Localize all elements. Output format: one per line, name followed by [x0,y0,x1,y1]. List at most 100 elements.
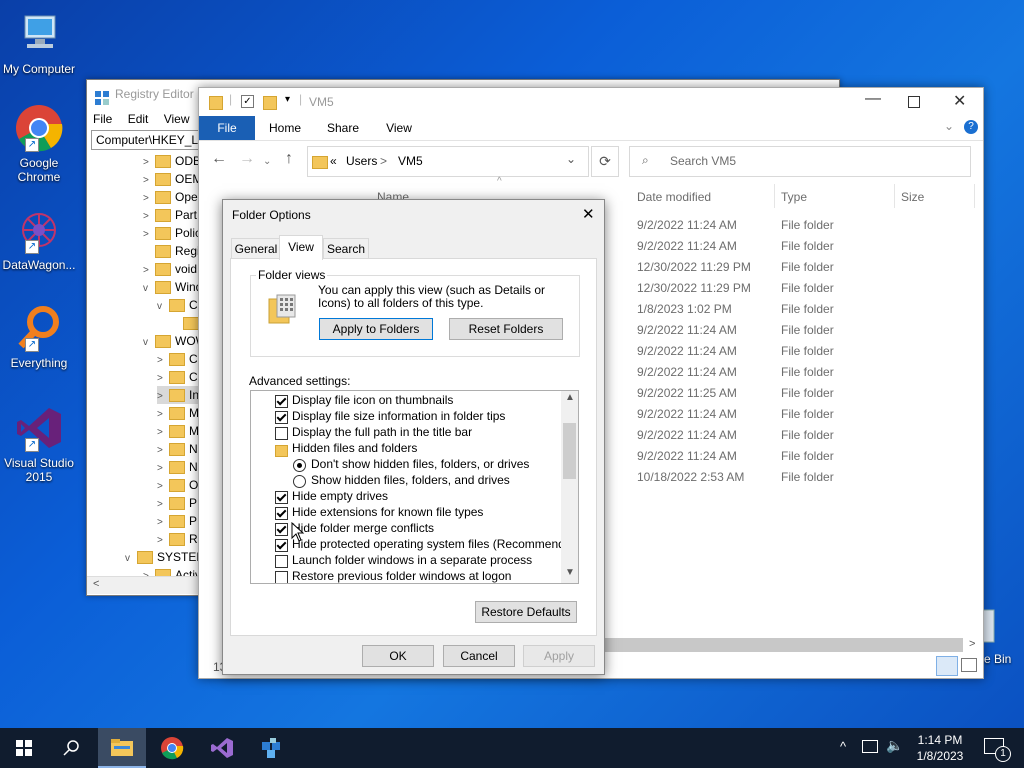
row-date[interactable]: 9/2/2022 11:25 AM [637,383,737,404]
search-button[interactable] [48,728,96,768]
row-date[interactable]: 9/2/2022 11:24 AM [637,446,737,467]
tree-item[interactable]: > P [157,512,197,530]
row-type[interactable]: File folder [781,299,834,320]
row-date[interactable]: 9/2/2022 11:24 AM [637,425,737,446]
row-date[interactable]: 9/2/2022 11:24 AM [637,362,737,383]
tree-item[interactable]: > M [157,422,199,440]
maximize-icon[interactable] [908,96,920,108]
scroll-left-icon[interactable]: < [93,578,99,590]
taskbar-chrome[interactable] [148,728,196,768]
row-date[interactable]: 12/30/2022 11:29 PM [637,278,751,299]
registry-tree[interactable]: > ODB > OEM > Ope > Part > Polic Regi > void v… [87,148,199,576]
network-icon[interactable] [862,740,878,753]
tab-home[interactable]: Home [263,116,307,140]
quick-access-dropdown-icon[interactable]: ▾ [285,94,290,105]
tree-item[interactable]: vWOW [143,332,199,350]
desktop-icon-chrome[interactable]: ↗ Google Chrome [2,104,76,184]
tree-item[interactable]: > N [157,458,198,476]
setting-checkbox[interactable] [275,507,288,520]
row-date[interactable]: 1/8/2023 1:02 PM [637,299,732,320]
tab-general[interactable]: General [231,238,281,259]
row-date[interactable]: 12/30/2022 11:29 PM [637,257,751,278]
row-date[interactable]: 9/2/2022 11:24 AM [637,404,737,425]
restore-defaults-button[interactable]: Restore Defaults [475,601,577,623]
tree-item-selected[interactable]: > In [157,386,199,404]
tree-item[interactable]: > P [157,494,197,512]
tab-view[interactable]: View [377,116,421,140]
tree-item[interactable]: > R [157,530,198,548]
tab-share[interactable]: Share [321,116,365,140]
desktop-icon-my-computer[interactable]: My Computer [2,10,76,76]
tree-item[interactable]: > N [157,440,198,458]
breadcrumb-users[interactable]: Users [346,154,377,168]
folder-options-dialog[interactable]: Folder Options ✕ General View Search Fol… [222,199,605,675]
desktop-icon-datawagon[interactable]: ↗ DataWagon... [2,206,76,272]
row-type[interactable]: File folder [781,446,834,467]
tree-item[interactable]: > ODB [143,152,199,170]
taskbar-file-explorer[interactable] [98,728,146,768]
row-type[interactable]: File folder [781,257,834,278]
apply-button[interactable]: Apply [523,645,595,667]
taskbar-registry-editor[interactable] [248,728,296,768]
minimize-icon[interactable]: — [865,90,881,108]
menu-edit[interactable]: Edit [128,112,149,126]
column-size[interactable]: Size [901,190,924,204]
up-icon[interactable]: ↑ [285,150,293,168]
start-button[interactable] [0,728,48,768]
row-date[interactable]: 9/2/2022 11:24 AM [637,215,737,236]
setting-radio[interactable] [293,459,306,472]
setting-checkbox[interactable] [275,523,288,536]
tree-item[interactable]: >Activ [143,566,199,576]
row-date[interactable]: 10/18/2022 2:53 AM [637,467,744,488]
reset-folders-button[interactable]: Reset Folders [449,318,563,340]
new-folder-icon[interactable] [263,95,281,110]
row-date[interactable]: 9/2/2022 11:24 AM [637,341,737,362]
scroll-down-icon[interactable]: ▼ [565,567,575,578]
show-hidden-icons-icon[interactable]: ^ [840,739,846,754]
explorer-horizontal-scrollbar[interactable] [603,638,963,652]
row-type[interactable]: File folder [781,404,834,425]
tree-item[interactable]: > OEM [143,170,199,188]
row-type[interactable]: File folder [781,215,834,236]
breadcrumb-vm5[interactable]: VM5 [398,154,423,168]
column-date-modified[interactable]: Date modified [637,190,711,204]
tab-view[interactable]: View [279,235,323,260]
setting-checkbox[interactable] [275,427,288,440]
row-type[interactable]: File folder [781,320,834,341]
cancel-button[interactable]: Cancel [443,645,515,667]
row-type[interactable]: File folder [781,425,834,446]
settings-scrollbar[interactable]: ▲ ▼ [561,391,578,583]
recent-locations-icon[interactable]: ⌄ [263,156,271,167]
tree-item[interactable] [183,314,199,332]
large-icons-view-icon[interactable] [961,658,977,672]
volume-icon[interactable]: 🔈 [886,737,903,754]
registry-horizontal-scrollbar[interactable]: < [87,576,199,594]
menu-view[interactable]: View [164,112,190,126]
setting-checkbox[interactable] [275,395,288,408]
tree-item[interactable]: > Ope [143,188,198,206]
scrollbar-thumb[interactable] [563,423,576,479]
tree-item[interactable]: > void [143,260,197,278]
tree-item[interactable]: vC [157,296,198,314]
setting-checkbox[interactable] [275,539,288,552]
advanced-settings-list[interactable]: Display file icon on thumbnails Display … [250,390,579,584]
tab-search[interactable]: Search [323,238,369,259]
help-icon[interactable]: ? [964,120,978,134]
tree-item[interactable]: vWind [143,278,199,296]
tree-item[interactable]: > Part [143,206,197,224]
tree-item[interactable]: Regi [143,242,199,260]
row-type[interactable]: File folder [781,341,834,362]
properties-check-icon[interactable]: ✓ [241,95,254,108]
tree-item[interactable]: > C [157,350,198,368]
setting-checkbox[interactable] [275,411,288,424]
taskbar-visual-studio[interactable] [198,728,246,768]
column-type[interactable]: Type [781,190,807,204]
row-type[interactable]: File folder [781,362,834,383]
clock[interactable]: 1:14 PM 1/8/2023 [910,732,970,764]
scroll-right-icon[interactable]: > [969,638,975,650]
back-icon[interactable]: ← [211,150,227,168]
row-date[interactable]: 9/2/2022 11:24 AM [637,320,737,341]
row-type[interactable]: File folder [781,236,834,257]
setting-checkbox[interactable] [275,555,288,568]
forward-icon[interactable]: → [239,150,255,168]
